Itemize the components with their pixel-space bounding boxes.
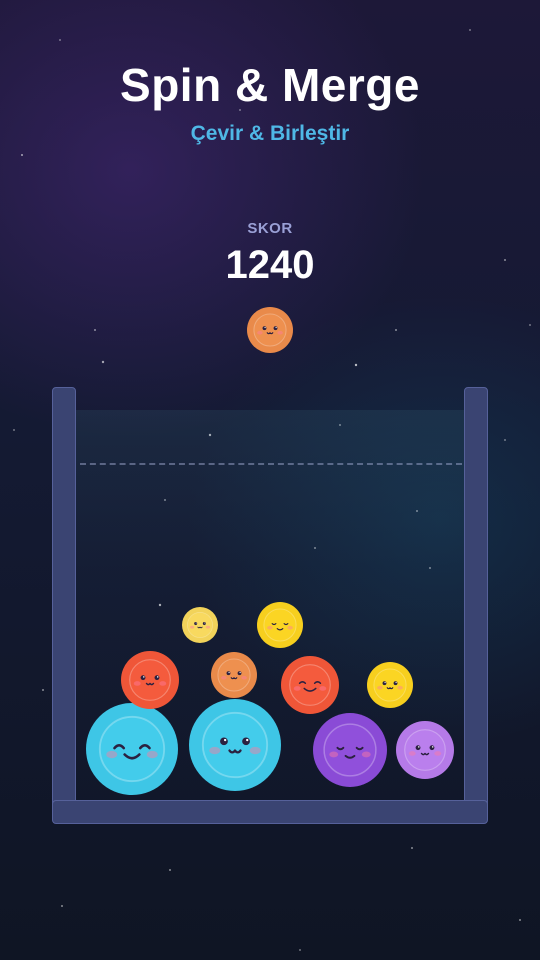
fruit-face-icon	[367, 662, 413, 708]
fruit-face-icon	[396, 721, 454, 779]
fruit-face-icon	[121, 651, 179, 709]
ball-cyan-large-left	[86, 703, 178, 795]
fruit-face-icon	[182, 607, 218, 643]
fruit-face-icon	[313, 713, 387, 787]
ball-purple	[313, 713, 387, 787]
ball-orange	[211, 652, 257, 698]
next-ball[interactable]	[247, 307, 293, 353]
fruit-face-icon	[211, 652, 257, 698]
score-label: SKOR	[247, 220, 293, 237]
score-value: 1240	[225, 243, 315, 287]
fruit-face-icon	[247, 307, 293, 353]
fruit-face-icon	[86, 703, 178, 795]
fruit-face-icon	[281, 656, 339, 714]
ball-yellow-top	[257, 602, 303, 648]
fruit-face-icon	[189, 699, 281, 791]
container-left-wall	[52, 387, 76, 823]
ball-pale-yellow	[182, 607, 218, 643]
game-subtitle: Çevir & Birleştir	[190, 122, 350, 145]
ball-cyan-large-center	[189, 699, 281, 791]
ball-lilac	[396, 721, 454, 779]
ball-red-left	[121, 651, 179, 709]
ball-red-right	[281, 656, 339, 714]
container-floor	[52, 800, 488, 824]
fruit-face-icon	[257, 602, 303, 648]
game-title: Spin & Merge	[120, 59, 420, 111]
ball-yellow-right	[367, 662, 413, 708]
container-right-wall	[464, 387, 488, 823]
overflow-limit-line	[80, 463, 462, 465]
